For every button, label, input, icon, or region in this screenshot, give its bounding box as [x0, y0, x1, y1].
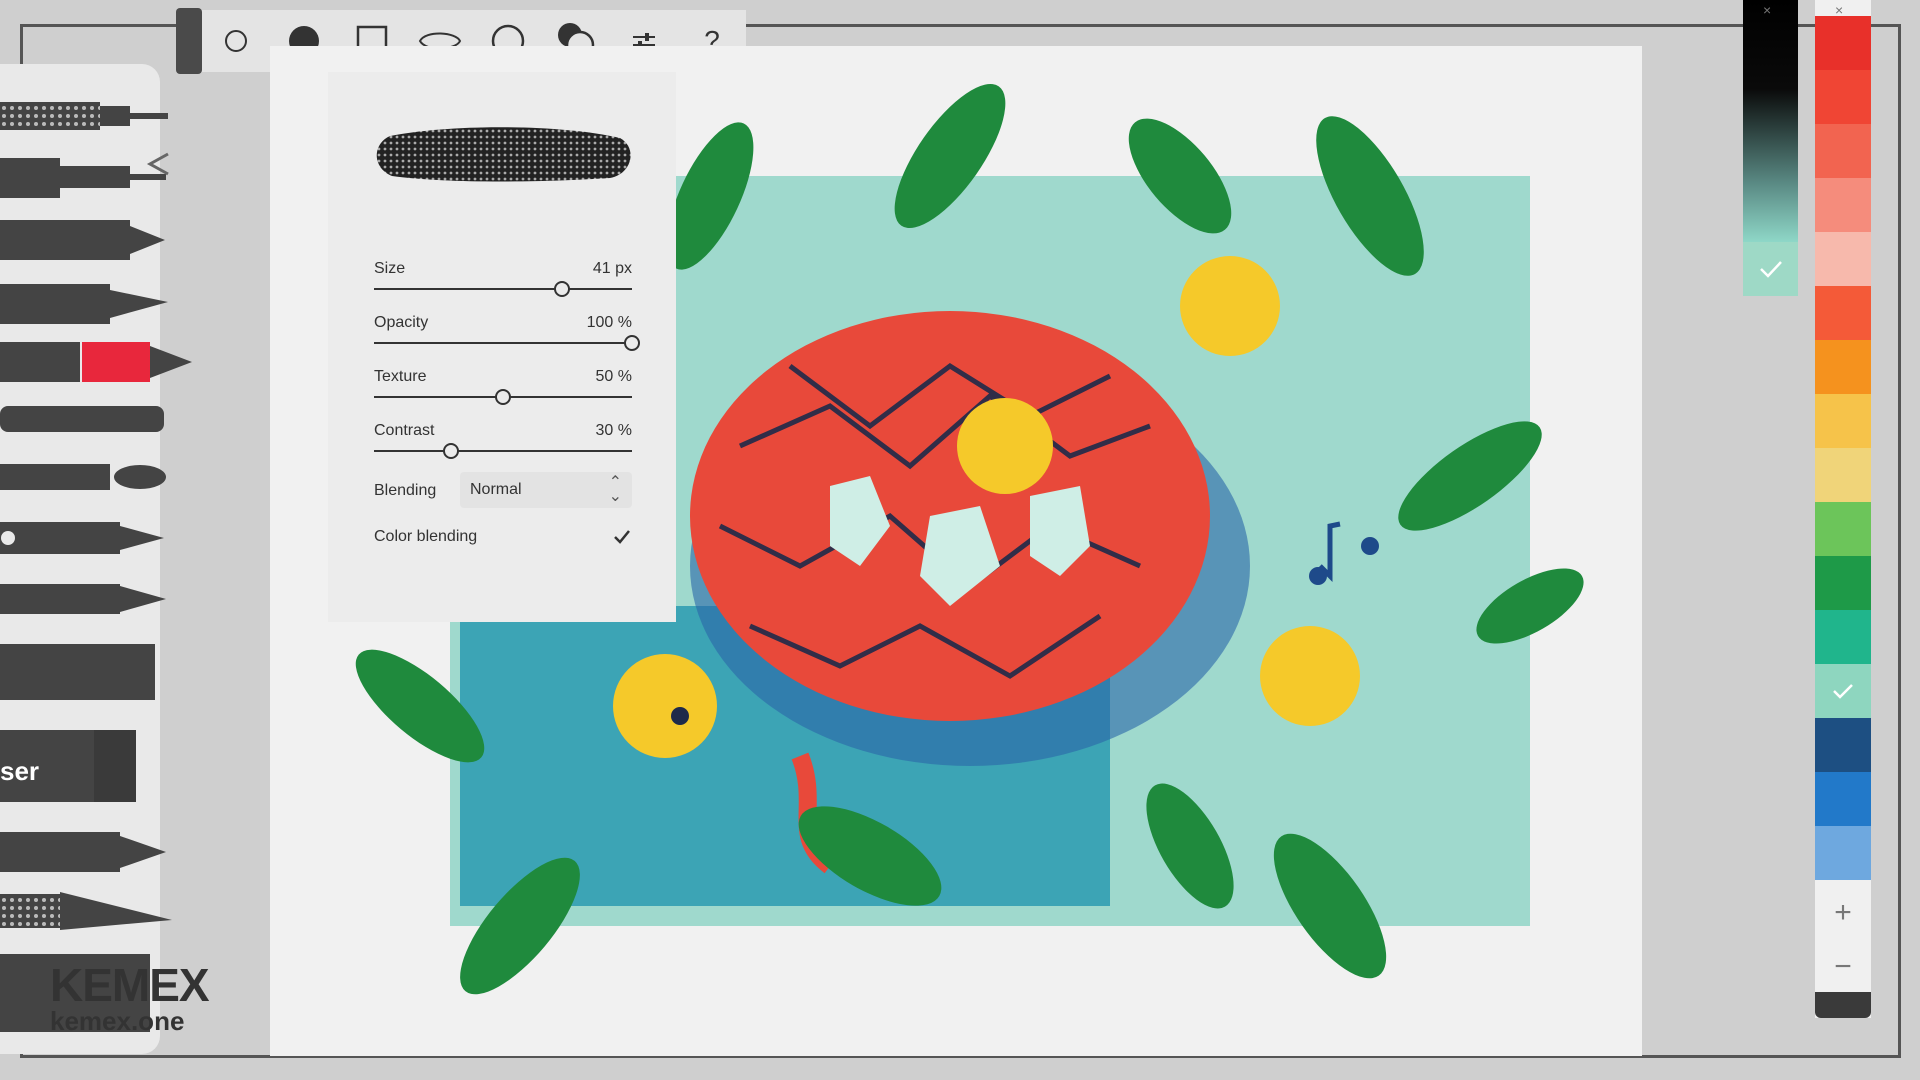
color-swatch[interactable]: [1815, 232, 1871, 286]
brush-round[interactable]: [0, 464, 166, 490]
opacity-slider-thumb[interactable]: [624, 335, 640, 351]
color-swatch[interactable]: [1815, 340, 1871, 394]
color-swatch[interactable]: [1815, 178, 1871, 232]
color-swatch[interactable]: [1815, 394, 1871, 448]
opacity-value: 100 %: [586, 314, 632, 331]
brush-settings-panel: Size 41 px Opacity 100 % Texture 50 % Co…: [328, 72, 676, 622]
brush-crayon[interactable]: [0, 406, 164, 432]
brush-list-art: [0, 102, 192, 1032]
contrast-label: Contrast: [374, 422, 435, 439]
size-slider-track[interactable]: [374, 288, 632, 290]
color-swatch[interactable]: [1815, 16, 1871, 70]
minus-icon: −: [1834, 950, 1852, 983]
brush-toolbar: ser: [0, 64, 192, 1054]
opacity-slider-track[interactable]: [374, 342, 632, 344]
brush-pencil-soft[interactable]: [0, 832, 166, 872]
gradient-confirm-button[interactable]: [1743, 242, 1798, 296]
blending-select[interactable]: Normal ⌃ ⌄: [460, 472, 632, 508]
color-swatch[interactable]: [1815, 664, 1871, 718]
color-gradient-picker[interactable]: ×: [1743, 0, 1798, 296]
size-slider-thumb[interactable]: [554, 281, 571, 297]
color-swatch[interactable]: [1815, 610, 1871, 664]
circle-outline-icon: [225, 30, 247, 52]
texture-slider-thumb[interactable]: [495, 389, 511, 405]
brush-eraser-label: ser: [0, 756, 40, 786]
blending-select-value: Normal: [470, 481, 522, 498]
size-label: Size: [374, 260, 406, 277]
color-swatch[interactable]: [1815, 718, 1871, 772]
color-blending-label: Color blending: [374, 528, 478, 545]
brush-airbrush[interactable]: [0, 644, 155, 700]
color-swatch[interactable]: [1815, 556, 1871, 610]
circle-outline-tool[interactable]: [202, 10, 270, 72]
updown-chevron-icon: ⌃ ⌄: [608, 474, 622, 505]
palette-close-icon[interactable]: ×: [1835, 2, 1843, 18]
color-swatch[interactable]: [1815, 286, 1871, 340]
brush-technical-pen[interactable]: [0, 158, 166, 198]
add-swatch-button[interactable]: +: [1815, 886, 1871, 940]
color-swatch[interactable]: [1815, 124, 1871, 178]
brush-stroke-preview: [376, 127, 631, 182]
contrast-value: 30 %: [595, 422, 632, 439]
toolbar-drag-handle[interactable]: [176, 8, 202, 74]
texture-label: Texture: [374, 368, 427, 385]
brush-marker-wide[interactable]: [0, 284, 168, 324]
scroll-arrow-icon: [146, 152, 169, 176]
plus-icon: +: [1834, 896, 1852, 929]
color-swatch[interactable]: [1815, 772, 1871, 826]
color-swatch[interactable]: [1815, 70, 1871, 124]
selected-check-icon: [1833, 684, 1853, 699]
remove-swatch-button[interactable]: −: [1815, 940, 1871, 994]
color-blending-check-icon[interactable]: [612, 528, 632, 546]
color-palette: × + −: [1815, 0, 1871, 1018]
contrast-slider-thumb[interactable]: [443, 443, 460, 459]
watermark-logo: KEMEX kemex.one: [50, 958, 210, 1037]
opacity-label: Opacity: [374, 314, 429, 331]
brush-marker-chisel[interactable]: [0, 220, 165, 260]
size-value: 41 px: [592, 260, 632, 277]
color-swatch[interactable]: [1815, 448, 1871, 502]
gradient-close-icon[interactable]: ×: [1763, 2, 1771, 18]
brush-flat[interactable]: [0, 522, 164, 554]
blending-label: Blending: [374, 482, 437, 499]
brush-fountain-pen[interactable]: [0, 584, 166, 614]
texture-value: 50 %: [595, 368, 632, 385]
color-swatch[interactable]: [1815, 502, 1871, 556]
contrast-slider-track[interactable]: [374, 450, 632, 452]
watermark-title: KEMEX: [50, 959, 210, 1011]
palette-footer: [1815, 992, 1871, 1018]
check-icon: [1759, 261, 1782, 278]
brush-charcoal[interactable]: [0, 892, 172, 930]
color-swatch[interactable]: [1815, 826, 1871, 880]
brush-fineliner[interactable]: [0, 102, 168, 130]
frame-right-line: [1898, 24, 1901, 1058]
brush-marker-red[interactable]: [0, 342, 192, 382]
